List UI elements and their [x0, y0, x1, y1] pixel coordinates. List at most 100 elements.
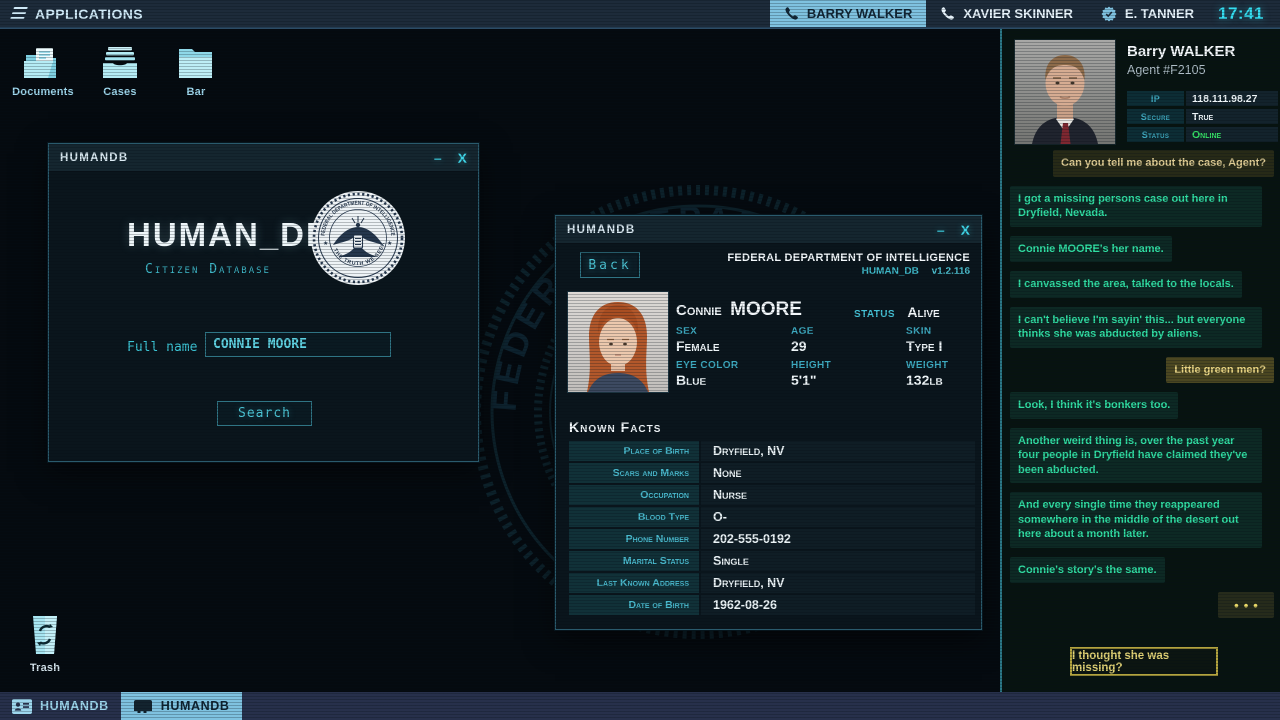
desktop-icon-cases[interactable]: Cases	[82, 46, 158, 98]
status-label: Status	[854, 309, 895, 320]
agent-name: Barry WALKER	[1127, 43, 1235, 60]
chat-message: Little green men?	[1166, 357, 1274, 384]
taskbar-item-label: HUMANDB	[40, 699, 109, 713]
citizen-photo	[568, 292, 668, 392]
app-version-line: HUMAN_DB v1.2.116	[862, 266, 970, 277]
org-header: FEDERAL DEPARTMENT OF INTELLIGENCE	[727, 252, 970, 264]
known-facts-table: Place of Birth Dryfield, NV Scars and Ma…	[569, 441, 975, 615]
status-value: Alive	[907, 304, 939, 320]
stat-sex: Sex Female	[676, 326, 788, 354]
chat-message: I can't believe I'm sayin' this... but e…	[1010, 307, 1262, 348]
desktop-icon-documents[interactable]: Documents	[5, 46, 81, 98]
table-row: Place of Birth Dryfield, NV	[569, 441, 975, 461]
badge-icon	[1101, 6, 1117, 22]
desktop-icon-bar[interactable]: Bar	[158, 46, 234, 98]
humandb-record-window: HUMANDB – X Back FEDERAL DEPARTMENT OF I…	[555, 215, 982, 630]
svg-text:★: ★	[323, 240, 328, 247]
version: v1.2.116	[932, 266, 970, 277]
humandb-search-window: HUMANDB – X HUMAN_DB Citizen Database FE…	[48, 143, 479, 462]
agent-info-table: IP 118.111.98.27 Secure True Status Onli…	[1127, 91, 1278, 142]
folder-icon	[175, 46, 217, 82]
phone-icon	[784, 6, 799, 21]
app-title: HUMAN_DB	[127, 216, 289, 254]
table-row: Marital Status Single	[569, 551, 975, 571]
top-menu-bar: Applications BARRY WALKER XAVIER SKINNER…	[0, 0, 1280, 29]
table-row: Occupation Nurse	[569, 485, 975, 505]
close-button[interactable]: X	[458, 151, 467, 165]
search-button[interactable]: Search	[217, 401, 312, 426]
taskbar: HUMANDB HUMANDB	[0, 692, 1280, 720]
open-folder-icon	[22, 46, 64, 82]
applications-menu-button[interactable]: Applications	[0, 0, 155, 27]
table-row: Phone Number 202-555-0192	[569, 529, 975, 549]
applications-label: Applications	[35, 6, 143, 22]
stat-height: Height 5'1"	[791, 360, 903, 388]
icon-label: Trash	[30, 662, 60, 674]
contact-tab-e-tanner[interactable]: E. TANNER	[1087, 0, 1208, 27]
chat-message: And every single time they reappeared so…	[1010, 492, 1262, 548]
svg-text:★: ★	[387, 240, 392, 247]
chat-message-list[interactable]: Can you tell me about the case, Agent? I…	[1010, 150, 1274, 642]
clock: 17:41	[1208, 0, 1280, 27]
screen: FEDERAL DEPARTMENT OF INTELLIGENCE ★ ★ ★…	[0, 0, 1280, 720]
table-row: Date of Birth 1962-08-26	[569, 595, 975, 615]
stat-eye-color: Eye Color Blue	[676, 360, 788, 388]
last-name: MOORE	[730, 299, 802, 320]
chat-message: Look, I think it's bonkers too.	[1010, 392, 1178, 419]
contact-tab-xavier-skinner[interactable]: XAVIER SKINNER	[926, 0, 1087, 27]
chat-message: Another weird thing is, over the past ye…	[1010, 428, 1262, 484]
table-row: Blood Type O-	[569, 507, 975, 527]
taskbar-item-humandb-record[interactable]: HUMANDB	[121, 692, 242, 720]
department-seal: FEDERAL DEPARTMENT OF INTELLIGENCE THE T…	[310, 190, 406, 286]
close-button[interactable]: X	[961, 223, 970, 237]
tray-stack-icon	[99, 46, 141, 82]
chat-message: Connie MOORE's her name.	[1010, 236, 1172, 263]
stat-age: Age 29	[791, 326, 903, 354]
full-name-label: Full name	[127, 340, 197, 355]
icon-label: Cases	[103, 86, 136, 98]
agent-photo	[1015, 40, 1115, 144]
full-name-input[interactable]	[205, 332, 391, 357]
id-card-icon	[12, 699, 32, 714]
info-row: Status Online	[1127, 127, 1278, 142]
recycle-bin-icon	[23, 612, 67, 658]
app-subtitle: Citizen Database	[127, 262, 289, 277]
first-name: Connie	[676, 302, 722, 319]
hamburger-icon	[10, 7, 28, 19]
back-button[interactable]: Back	[580, 252, 640, 278]
chat-message: I got a missing persons case out here in…	[1010, 186, 1262, 227]
chat-message: Connie's story's the same.	[1010, 557, 1165, 584]
contact-name: XAVIER SKINNER	[963, 6, 1073, 21]
window-titlebar[interactable]: HUMANDB – X	[49, 144, 478, 172]
known-facts-title: Known Facts	[569, 419, 661, 435]
dialogue-choice-button[interactable]: I thought she was missing?	[1070, 647, 1218, 676]
taskbar-item-humandb-search[interactable]: HUMANDB	[0, 692, 121, 720]
phone-icon	[940, 6, 955, 21]
minimize-button[interactable]: –	[937, 223, 945, 237]
info-row: IP 118.111.98.27	[1127, 91, 1278, 106]
window-title: HUMANDB	[567, 224, 636, 236]
contact-name: BARRY WALKER	[807, 6, 912, 21]
contact-tab-barry-walker[interactable]: BARRY WALKER	[770, 0, 926, 27]
desktop-icon-trash[interactable]: Trash	[7, 612, 83, 674]
status-row: Status Alive	[854, 304, 940, 322]
icon-label: Bar	[187, 86, 206, 98]
minimize-button[interactable]: –	[434, 151, 442, 165]
icon-label: Documents	[12, 86, 74, 98]
taskbar-item-label: HUMANDB	[161, 699, 230, 713]
citizen-name: Connie MOORE	[676, 299, 802, 321]
app-window-icon	[133, 699, 153, 714]
window-titlebar[interactable]: HUMANDB – X	[556, 216, 981, 244]
app-name: HUMAN_DB	[862, 266, 919, 277]
chat-message: I canvassed the area, talked to the loca…	[1010, 271, 1242, 298]
typing-indicator: •••	[1218, 592, 1274, 618]
agent-id: Agent #F2105	[1127, 63, 1206, 77]
chat-sidebar: Barry WALKER Agent #F2105 IP 118.111.98.…	[1000, 29, 1280, 692]
contact-name: E. TANNER	[1125, 6, 1194, 21]
topbar-spacer	[155, 0, 770, 27]
table-row: Last Known Address Dryfield, NV	[569, 573, 975, 593]
window-title: HUMANDB	[60, 152, 129, 164]
chat-message: Can you tell me about the case, Agent?	[1053, 150, 1274, 177]
info-row: Secure True	[1127, 109, 1278, 124]
table-row: Scars and Marks None	[569, 463, 975, 483]
